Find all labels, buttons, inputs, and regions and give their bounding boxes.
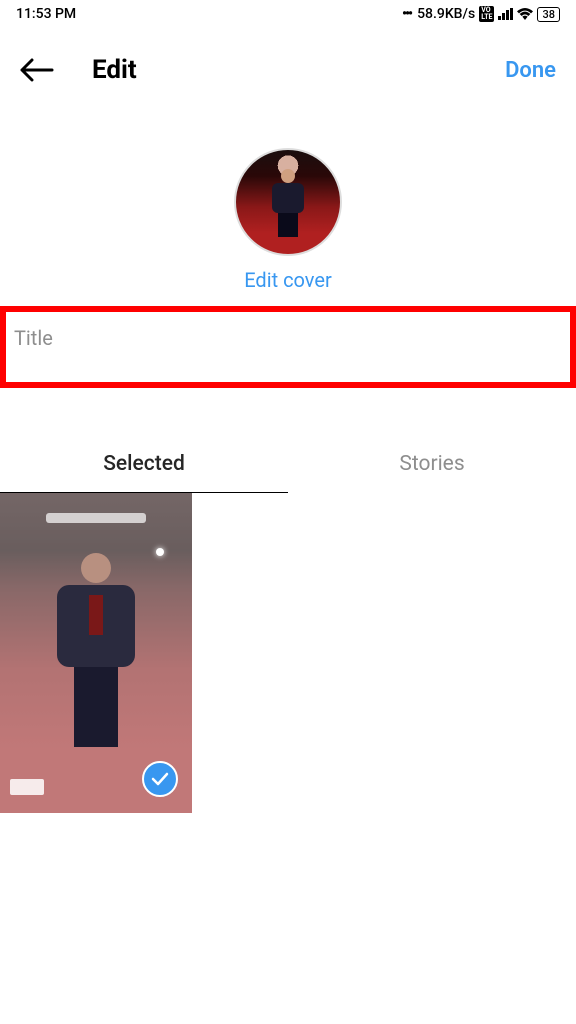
volte-icon: VOLTE — [479, 6, 494, 22]
selected-check-icon — [142, 761, 178, 797]
done-button[interactable]: Done — [505, 58, 556, 83]
back-arrow-icon — [20, 58, 54, 82]
status-indicators: ••• 58.9KB/s VOLTE 38 — [402, 6, 560, 22]
title-input[interactable] — [6, 312, 570, 382]
content-grid — [0, 493, 576, 813]
edit-cover-link[interactable]: Edit cover — [244, 268, 332, 292]
header: Edit Done — [0, 28, 576, 108]
page-title: Edit — [92, 55, 469, 85]
tab-stories[interactable]: Stories — [288, 436, 576, 493]
network-speed: 58.9KB/s — [417, 6, 475, 22]
back-button[interactable] — [20, 52, 56, 88]
title-input-highlight — [0, 306, 576, 388]
status-time: 11:53 PM — [16, 6, 76, 22]
cover-image[interactable] — [234, 148, 342, 256]
tab-selected[interactable]: Selected — [0, 436, 288, 493]
status-dots: ••• — [402, 6, 411, 22]
cover-section: Edit cover — [0, 108, 576, 292]
battery-icon: 38 — [537, 7, 560, 22]
wifi-icon — [517, 8, 533, 20]
status-bar: 11:53 PM ••• 58.9KB/s VOLTE 38 — [0, 0, 576, 28]
signal-icon — [498, 8, 513, 20]
story-thumbnail[interactable] — [0, 493, 192, 813]
tabs: Selected Stories — [0, 436, 576, 493]
